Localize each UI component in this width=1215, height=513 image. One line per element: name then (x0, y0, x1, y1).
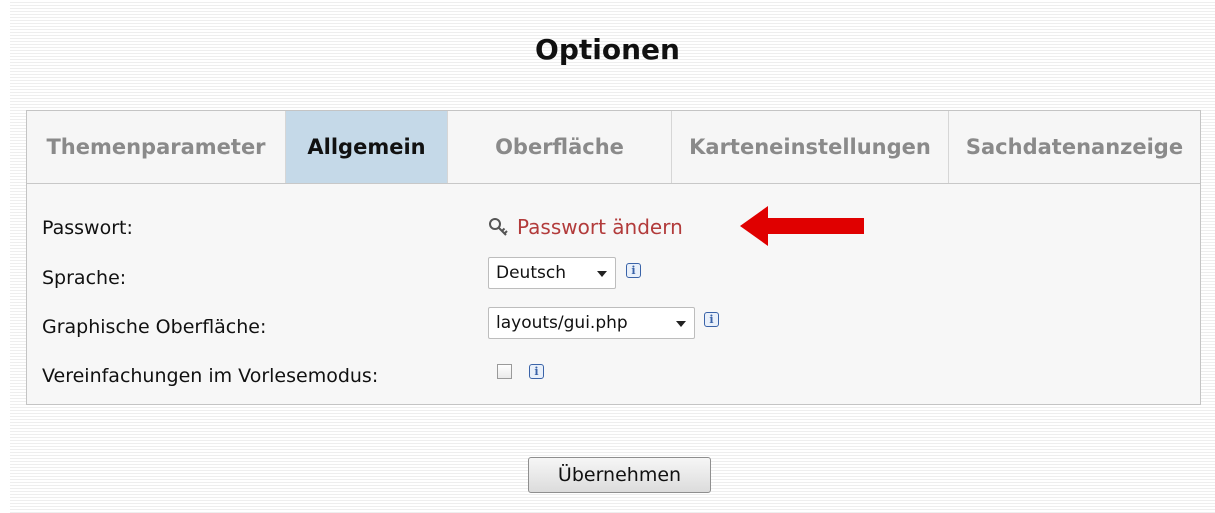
change-password-link[interactable]: Passwort ändern (487, 215, 683, 239)
red-arrow-icon (740, 206, 864, 246)
gui-value: layouts/gui.php (496, 313, 628, 333)
tab-themenparameter[interactable]: Themenparameter (27, 111, 286, 183)
options-panel: Themenparameter Allgemein Oberfläche Kar… (26, 110, 1201, 405)
gui-select[interactable]: layouts/gui.php (488, 307, 695, 339)
chevron-down-icon (676, 321, 686, 327)
chevron-down-icon (597, 271, 607, 277)
info-icon[interactable]: i (626, 263, 641, 278)
language-value: Deutsch (496, 263, 566, 283)
apply-button[interactable]: Übernehmen (528, 457, 711, 493)
tab-allgemein[interactable]: Allgemein (286, 111, 448, 183)
tab-oberflaeche[interactable]: Oberfläche (448, 111, 672, 183)
tab-bar: Themenparameter Allgemein Oberfläche Kar… (27, 111, 1200, 184)
change-password-label: Passwort ändern (517, 215, 683, 239)
password-label: Passwort: (42, 217, 133, 239)
reader-mode-label: Vereinfachungen im Vorlesemodus: (42, 365, 379, 387)
page-title: Optionen (535, 33, 680, 66)
tab-karteneinstellungen[interactable]: Karteneinstellungen (672, 111, 949, 183)
language-select[interactable]: Deutsch (488, 257, 616, 289)
key-icon (489, 218, 508, 236)
reader-mode-checkbox[interactable] (497, 364, 512, 379)
tab-sachdatenanzeige[interactable]: Sachdatenanzeige (949, 111, 1200, 183)
language-label: Sprache: (42, 267, 127, 289)
gui-label: Graphische Oberfläche: (42, 316, 267, 338)
page-margin (0, 0, 10, 513)
info-icon[interactable]: i (529, 364, 544, 379)
info-icon[interactable]: i (704, 312, 719, 327)
